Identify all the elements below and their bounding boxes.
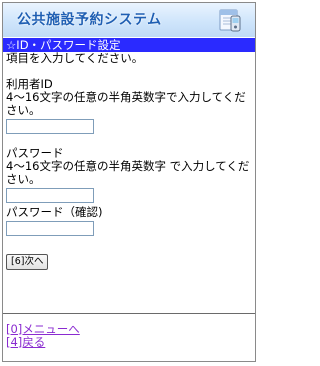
back-link[interactable]: [4]戻る — [6, 336, 80, 349]
password-confirm-input[interactable] — [6, 221, 94, 236]
next-button[interactable]: [6]次へ — [6, 254, 49, 270]
section-title-bar: ☆ID・パスワード設定 — [3, 38, 255, 52]
phone-calendar-icon — [219, 9, 241, 32]
intro-text: 項目を入力してください。 — [6, 51, 144, 65]
divider — [3, 313, 255, 314]
user-id-hint: 4〜16文字の任意の半角英数字で入力してください。 — [6, 90, 246, 117]
nav-links: [0]メニューへ [4]戻る — [6, 323, 80, 349]
page-frame: 公共施設予約システム ☆ID・パスワード設定 項目を入力してください。 利用者I… — [2, 2, 256, 362]
password-hint: 4〜16文字の任意の半角英数字 で入力してください。 — [6, 159, 250, 186]
app-title: 公共施設予約システム — [17, 12, 162, 28]
form-content: 項目を入力してください。 利用者ID 4〜16文字の任意の半角英数字で入力してく… — [6, 52, 254, 270]
app-header: 公共施設予約システム — [3, 3, 255, 37]
password-input[interactable] — [6, 188, 94, 203]
password-confirm-label: パスワード（確認) — [6, 205, 103, 219]
user-id-input[interactable] — [6, 119, 94, 134]
